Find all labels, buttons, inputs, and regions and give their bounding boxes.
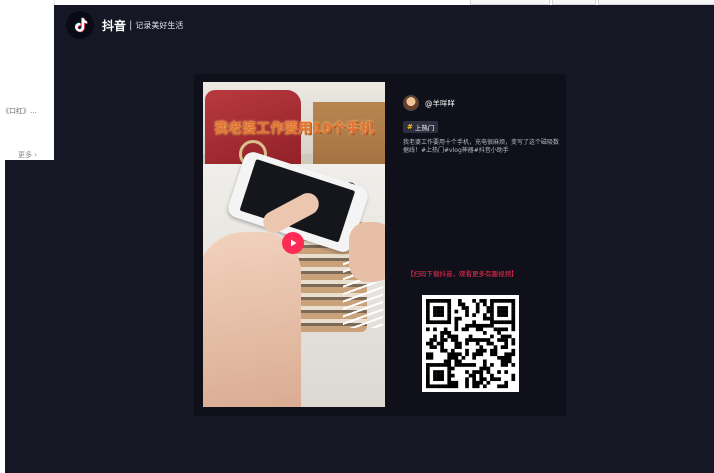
background-panel: 《口红》… 更多 › [0, 0, 55, 160]
play-button[interactable] [282, 232, 304, 254]
avatar[interactable] [403, 95, 419, 111]
video-preview[interactable]: 我老婆工作要用10个手机 [203, 82, 385, 407]
download-promo-text: 【扫码下载抖音，观看更多有趣视频】 [407, 270, 518, 278]
screen: 《口红》… 更多 › 抖音 | 记录美好生活 我老婆工作要用10个手机 @羊咩咩… [0, 0, 714, 473]
brand-name: 抖音 [102, 18, 127, 33]
video-scene-hand [203, 232, 301, 407]
download-qr-code [422, 295, 519, 392]
play-icon [291, 239, 297, 247]
background-snippet: 《口红》… [2, 107, 37, 115]
background-more-link[interactable]: 更多 › [18, 150, 37, 160]
hashtag-badge[interactable]: # 上热门 [403, 121, 439, 133]
brand-header[interactable]: 抖音 | 记录美好生活 [66, 10, 183, 40]
author-row[interactable]: @羊咩咩 [403, 95, 455, 111]
author-name[interactable]: @羊咩咩 [425, 98, 455, 109]
video-description: 我老婆工作要用十个手机，充电很麻烦，变写了这个磁吸数据线！#上热门#vlog神器… [403, 139, 560, 154]
qr-code-icon [426, 299, 516, 389]
video-scene-second-hand [349, 222, 385, 282]
douyin-logo-icon [66, 11, 94, 39]
brand-slogan: 记录美好生活 [135, 20, 184, 30]
video-caption: 我老婆工作要用10个手机 [214, 121, 374, 137]
brand-separator: | [129, 19, 133, 31]
hashtag-label: 上热门 [414, 124, 435, 132]
hashtag-icon: # [407, 123, 413, 131]
